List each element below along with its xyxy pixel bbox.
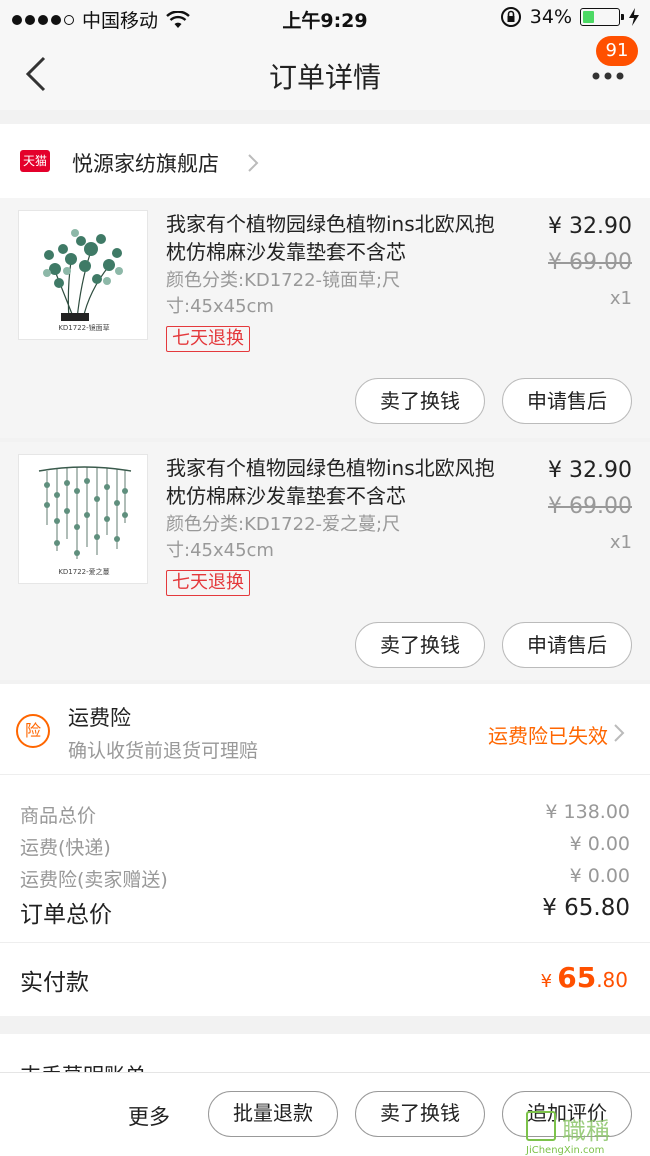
hanging-vine-illustration-icon — [38, 466, 132, 559]
paid-amount: ¥ 65.80 — [541, 961, 628, 994]
item-original-price: ¥ 69.00 — [548, 494, 632, 519]
plant-illustration-icon — [43, 229, 123, 321]
page-title: 订单详情 — [268, 61, 381, 94]
battery-percent: 34% — [529, 6, 572, 28]
status-right: 34% — [500, 6, 640, 28]
watermark-url: JiChengXin.com — [526, 1145, 605, 1156]
shop-row[interactable]: 天猫 悦源家纺旗舰店 — [0, 124, 650, 198]
paid-currency: ¥ — [540, 971, 553, 992]
summary-row: 运费(快递) ¥ 0.00 — [20, 833, 630, 860]
sell-button[interactable]: 卖了换钱 — [355, 1091, 485, 1137]
summary-label: 商品总价 — [20, 805, 97, 827]
thumb-caption: KD1722-镜面草 — [58, 324, 110, 332]
summary-row: 运费险(卖家赠送) ¥ 0.00 — [20, 865, 630, 892]
orientation-lock-icon — [500, 7, 521, 27]
battery-icon — [580, 8, 624, 26]
nav-bar: 订单详情 91 — [0, 36, 650, 110]
message-count-badge[interactable]: 91 — [596, 36, 638, 66]
tmall-icon: 天猫 — [20, 150, 50, 172]
insurance-subtitle: 确认收货前退货可理赔 — [68, 740, 259, 762]
return-policy-badge: 七天退换 — [166, 326, 250, 352]
paid-amount-row: 实付款 ¥ 65.80 — [0, 942, 650, 1016]
after-sale-button[interactable]: 申请售后 — [502, 378, 632, 424]
sell-button[interactable]: 卖了换钱 — [355, 378, 485, 424]
summary-label: 运费(快递) — [20, 837, 111, 859]
summary-row: 商品总价 ¥ 138.00 — [20, 801, 630, 828]
item-quantity: x1 — [609, 288, 632, 309]
chevron-right-icon — [614, 724, 625, 742]
item-sku: 颜色分类:KD1722-镜面草;尺寸:45x45cm — [166, 270, 401, 317]
item-title[interactable]: 我家有个植物园绿色植物ins北欧风抱枕仿棉麻沙发靠垫套不含芯 — [166, 210, 506, 266]
status-bar: 中国移动 上午9:29 34% — [0, 0, 650, 36]
order-total-value: ¥ 65.80 — [542, 895, 630, 921]
item-price: ¥ 32.90 — [548, 214, 632, 239]
shop-name[interactable]: 悦源家纺旗舰店 — [72, 148, 219, 178]
bottom-action-bar: 更多 批量退款 卖了换钱 追加评价 職稱 JiChengXin.com — [0, 1072, 650, 1156]
batch-refund-button[interactable]: 批量退款 — [208, 1091, 338, 1137]
product-image[interactable]: KD1722-爱之蔓 — [18, 454, 148, 584]
order-item[interactable]: KD1722-爱之蔓 我家有个植物园绿色植物ins北欧风抱枕仿棉麻沙发靠垫套不含… — [0, 442, 650, 680]
item-price: ¥ 32.90 — [548, 458, 632, 483]
battery-fill — [583, 11, 595, 23]
chevron-right-icon — [248, 154, 259, 172]
insurance-icon: 险 — [16, 714, 50, 748]
summary-value: ¥ 138.00 — [545, 801, 630, 823]
summary-value: ¥ 0.00 — [569, 833, 630, 855]
item-quantity: x1 — [609, 532, 632, 553]
more-button[interactable] — [590, 62, 630, 92]
product-image[interactable]: KD1722-镜面草 — [18, 210, 148, 340]
item-sku: 颜色分类:KD1722-爱之蔓;尺寸:45x45cm — [166, 514, 401, 561]
item-title[interactable]: 我家有个植物园绿色植物ins北欧风抱枕仿棉麻沙发靠垫套不含芯 — [166, 454, 506, 510]
watermark: 職稱 JiChengXin.com — [526, 1107, 644, 1156]
more-dots-icon — [592, 72, 624, 80]
summary-value: ¥ 0.00 — [569, 865, 630, 887]
item-original-price: ¥ 69.00 — [548, 250, 632, 275]
order-total-label: 订单总价 — [20, 902, 112, 928]
return-policy-badge: 七天退换 — [166, 570, 250, 596]
paid-integer: 65 — [557, 961, 597, 994]
more-actions-button[interactable]: 更多 — [128, 1101, 170, 1131]
watermark-logo-icon — [526, 1111, 556, 1141]
paid-label: 实付款 — [20, 970, 89, 996]
sell-button[interactable]: 卖了换钱 — [355, 622, 485, 668]
order-item[interactable]: KD1722-镜面草 我家有个植物园绿色植物ins北欧风抱枕仿棉麻沙发靠垫套不含… — [0, 198, 650, 438]
thumb-caption: KD1722-爱之蔓 — [58, 568, 110, 576]
watermark-text: 職稱 — [562, 1117, 610, 1145]
charging-icon — [629, 8, 639, 26]
bill-row[interactable]: 支手莫明账单 — [0, 1034, 650, 1074]
insurance-status[interactable]: 运费险已失效 — [488, 720, 608, 749]
insurance-title: 运费险 — [68, 706, 131, 730]
order-total-row: 订单总价 ¥ 65.80 — [20, 895, 630, 929]
shipping-insurance-row[interactable]: 险 运费险 确认收货前退货可理赔 运费险已失效 — [0, 684, 650, 774]
after-sale-button[interactable]: 申请售后 — [502, 622, 632, 668]
paid-decimal: .80 — [596, 968, 628, 992]
summary-label: 运费险(卖家赠送) — [20, 869, 168, 891]
price-summary: 商品总价 ¥ 138.00 运费(快递) ¥ 0.00 运费险(卖家赠送) ¥ … — [0, 774, 650, 942]
